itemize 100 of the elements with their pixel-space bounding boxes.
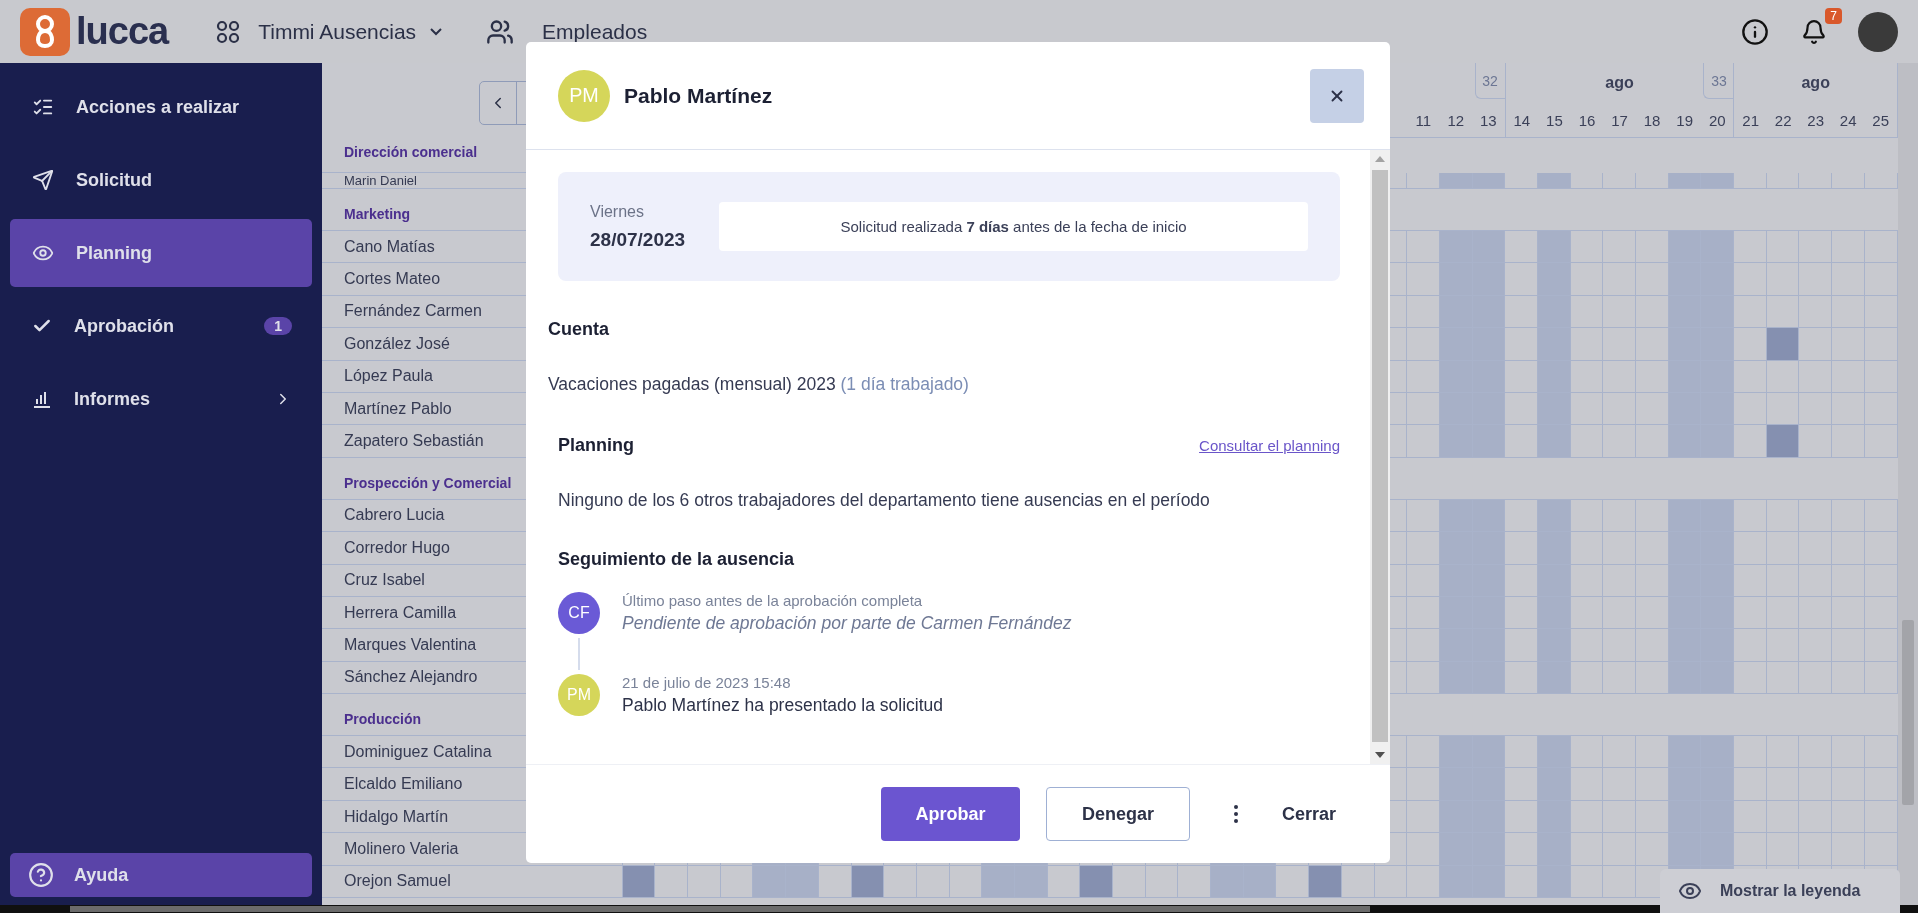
day-cell xyxy=(1766,532,1800,565)
day-cell xyxy=(1668,833,1702,866)
sidebar-item[interactable]: Informes xyxy=(10,365,312,433)
employee-name: Cano Matías xyxy=(344,237,435,256)
day-number: 22 xyxy=(1773,111,1793,129)
deny-button[interactable]: Denegar xyxy=(1045,787,1190,841)
day-cell xyxy=(1799,596,1833,630)
day-cell xyxy=(1864,833,1898,866)
month-label: ago xyxy=(1801,74,1830,92)
day-cell xyxy=(1472,263,1506,296)
day-cell xyxy=(1505,532,1538,565)
scrollbar[interactable] xyxy=(1370,150,1390,764)
approve-button[interactable]: Aprobar xyxy=(880,787,1020,841)
close-button[interactable]: Cerrar xyxy=(1281,793,1336,835)
employee-name: Cabrero Lucia xyxy=(344,506,445,525)
day-cell xyxy=(1701,532,1735,565)
day-cell xyxy=(1603,564,1636,597)
day-cell xyxy=(1505,768,1538,801)
sidebar-item[interactable]: Acciones a realizar xyxy=(10,73,312,141)
account-text: Vacaciones pagadas (mensual) 2023 (1 día trabajado) xyxy=(548,374,970,395)
day-cell xyxy=(1505,800,1538,834)
employee-name: Cortes Mateo xyxy=(344,270,441,289)
day-cell xyxy=(1505,564,1538,597)
employee-name: Fernández Carmen xyxy=(344,302,482,321)
dialog-title: Pablo Martínez xyxy=(624,83,773,108)
day-cell xyxy=(1701,173,1735,189)
day-cell xyxy=(1603,596,1636,630)
step-caption: Último paso antes de la aprobación completa xyxy=(622,592,924,609)
info-icon[interactable] xyxy=(1741,17,1770,46)
employee-name: Elcaldo Emiliano xyxy=(344,775,463,794)
employee-name: Marin Daniel xyxy=(344,173,417,188)
day-cell xyxy=(1766,833,1800,866)
step-caption: 21 de julio de 2023 15:48 xyxy=(622,674,792,691)
day-cell xyxy=(1603,173,1636,189)
day-cell xyxy=(1799,661,1833,695)
day-cell xyxy=(1668,768,1702,801)
planning-text: Ninguno de los 6 otros trabajadores del departamento tiene ausencias en el período xyxy=(557,490,1211,511)
more-icon xyxy=(1233,805,1238,823)
day-cell xyxy=(1734,295,1767,329)
day-cell xyxy=(1701,564,1735,597)
employee-name: Zapatero Sebastián xyxy=(344,432,484,451)
day-cell xyxy=(1407,661,1440,695)
day-cell xyxy=(1603,295,1636,329)
help-button[interactable]: Ayuda xyxy=(10,853,312,897)
day-cell xyxy=(1799,295,1833,329)
day-cell xyxy=(1701,392,1735,426)
day-cell xyxy=(1799,768,1833,801)
day-cell xyxy=(1832,661,1865,695)
day-cell xyxy=(1636,833,1669,866)
day-cell xyxy=(1603,800,1636,834)
day-cell xyxy=(1537,263,1571,296)
date-value: 28/07/2023 xyxy=(590,228,686,251)
day-cell xyxy=(1734,833,1767,866)
day-cell xyxy=(1472,768,1506,801)
section-title: Cuenta xyxy=(548,319,610,340)
day-cell xyxy=(1864,173,1898,189)
day-cell xyxy=(1636,532,1669,565)
day-cell xyxy=(1799,263,1833,296)
day-cell xyxy=(1701,833,1735,866)
day-cell xyxy=(1799,532,1833,565)
employee-name: Orejon Samuel xyxy=(344,872,451,891)
day-cell xyxy=(1832,596,1865,630)
week-number: 33 xyxy=(1703,63,1734,99)
day-number: 16 xyxy=(1577,111,1597,129)
day-cell xyxy=(1832,800,1865,834)
day-cell xyxy=(1636,800,1669,834)
legend-button[interactable]: Mostrar la leyenda xyxy=(1660,869,1900,913)
day-number: 19 xyxy=(1675,111,1694,129)
avatar: PM xyxy=(558,69,610,122)
timeline-line xyxy=(578,638,580,670)
avatar[interactable] xyxy=(1858,11,1898,52)
scrollbar[interactable] xyxy=(1898,63,1918,905)
day-cell xyxy=(1636,392,1669,426)
bell-icon[interactable] xyxy=(1801,18,1828,45)
day-cell xyxy=(1734,564,1767,597)
avatar: PM xyxy=(558,674,600,716)
day-cell xyxy=(1766,768,1800,801)
day-cell xyxy=(1832,392,1865,426)
logo-text: lucca xyxy=(76,10,169,53)
day-cell xyxy=(1407,768,1440,801)
day-cell xyxy=(1701,295,1735,329)
day-number: 14 xyxy=(1512,111,1532,129)
employees-link[interactable]: Empleados xyxy=(542,19,648,44)
day-cell xyxy=(1472,833,1506,866)
day-cell xyxy=(1407,173,1440,189)
day-cell xyxy=(1636,564,1669,597)
day-cell xyxy=(1505,392,1538,426)
sidebar-item[interactable]: Planning xyxy=(10,219,312,287)
day-cell xyxy=(1636,629,1669,662)
day-cell xyxy=(1734,661,1767,695)
day-cell xyxy=(1570,263,1604,296)
planning-link[interactable]: Consultar el planning xyxy=(1199,437,1340,454)
day-cell xyxy=(1636,360,1669,393)
sidebar-item[interactable]: Solicitud xyxy=(10,146,312,214)
app-switcher[interactable]: Timmi Ausencias xyxy=(258,19,443,44)
day-cell xyxy=(1799,833,1833,866)
sidebar-item[interactable]: Aprobación 1 xyxy=(10,292,312,360)
day-cell xyxy=(1603,833,1636,866)
day-cell xyxy=(1832,295,1865,329)
day-cell xyxy=(1734,263,1767,296)
